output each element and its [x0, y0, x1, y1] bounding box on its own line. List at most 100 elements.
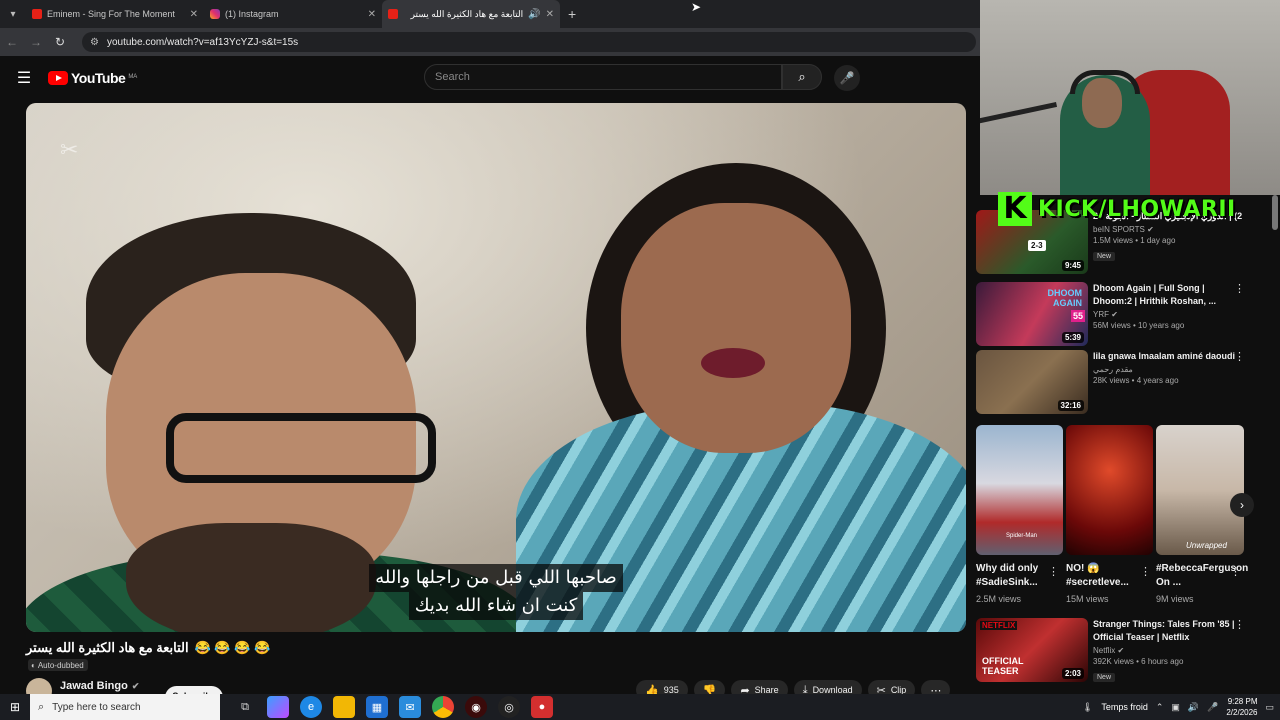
- dub-icon: ◐: [31, 661, 36, 670]
- microphone-icon: 🎤: [839, 71, 855, 85]
- search-icon: ⌕: [798, 69, 806, 84]
- speaker-icon[interactable]: 🔊: [528, 9, 540, 20]
- channel-name[interactable]: Jawad Bingo ✔: [60, 680, 139, 692]
- search-box[interactable]: [424, 64, 782, 90]
- new-tab-button[interactable]: +: [568, 6, 576, 22]
- store-icon[interactable]: ▦: [366, 696, 388, 718]
- short-title[interactable]: NO! 😱 #secretleve...: [1066, 562, 1146, 590]
- list-item[interactable]: 32:16 lila gnawa lmaalam aminé daoudi مق…: [976, 350, 1266, 416]
- video-title[interactable]: Stranger Things: Tales From '85 | Offici…: [1093, 618, 1243, 644]
- back-arrow-icon[interactable]: ←: [0, 35, 24, 49]
- close-icon[interactable]: ✕: [546, 9, 554, 20]
- task-view-icon[interactable]: ⧉: [234, 696, 256, 718]
- channel-name[interactable]: مقدم رحمي: [1093, 365, 1243, 374]
- tab-search-icon[interactable]: ▾: [0, 0, 26, 28]
- video-player[interactable]: ✂ صاحبها اللي قبل من راجلها والله كنت ان…: [26, 103, 966, 632]
- volume-icon[interactable]: 🔊: [1188, 702, 1199, 713]
- edge-icon[interactable]: e: [300, 696, 322, 718]
- tab-label: التابعة مع هاد الكثيرة الله يستر: [410, 8, 524, 19]
- channel-name[interactable]: beIN SPORTS ✔: [1093, 225, 1243, 234]
- short-thumbnail[interactable]: [1066, 425, 1153, 555]
- short-title[interactable]: Why did only #SadieSink...: [976, 562, 1056, 590]
- file-explorer-icon[interactable]: [333, 696, 355, 718]
- video-duration: 9:45: [1061, 260, 1084, 271]
- thumbnail-title: OFFICIAL TEASER: [982, 656, 1024, 676]
- taskbar-search[interactable]: ⌕: [30, 694, 220, 720]
- browser-tab-instagram[interactable]: (1) Instagram ✕: [204, 0, 382, 28]
- youtube-logo[interactable]: YouTube MA: [48, 70, 137, 86]
- video-thumbnail[interactable]: 32:16: [976, 350, 1088, 414]
- taskbar-apps: ⧉ e ▦ ✉ ◉ ◎ ●: [234, 696, 553, 718]
- video-person-right: [496, 143, 966, 632]
- taskbar-search-input[interactable]: [52, 701, 183, 713]
- more-vertical-icon[interactable]: ⋮: [1048, 565, 1059, 578]
- short-thumbnail[interactable]: Spider-Man: [976, 425, 1063, 555]
- clock[interactable]: 9:28 PM 2/2/2026: [1226, 696, 1257, 718]
- more-vertical-icon[interactable]: ⋮: [1140, 565, 1151, 578]
- new-badge: New: [1093, 673, 1116, 682]
- video-title-text: التابعة مع هاد الكثيرة الله يستر: [26, 640, 189, 655]
- more-vertical-icon[interactable]: ⋮: [1234, 350, 1245, 363]
- channel-name-text[interactable]: Netflix: [1093, 646, 1115, 655]
- list-item[interactable]: NETFLIX OFFICIAL TEASER 2:03 Stranger Th…: [976, 618, 1266, 684]
- channel-name-text[interactable]: beIN SPORTS: [1093, 225, 1145, 234]
- weather-label[interactable]: Temps froid: [1101, 702, 1148, 712]
- channel-name-text[interactable]: Jawad Bingo: [60, 680, 128, 692]
- auto-dubbed-badge[interactable]: ◐ Auto-dubbed: [28, 659, 88, 671]
- shorts-shelf: Spider-Man Why did only #SadieSink... ⋮ …: [976, 425, 1266, 615]
- reload-icon[interactable]: ↻: [48, 35, 72, 49]
- instagram-favicon-icon: [210, 9, 220, 19]
- site-info-icon[interactable]: ⚙: [90, 37, 99, 48]
- notification-icon[interactable]: ▭: [1265, 702, 1274, 713]
- close-icon[interactable]: ✕: [368, 9, 376, 20]
- channel-name-text[interactable]: YRF: [1093, 310, 1109, 319]
- windows-start-icon[interactable]: ⊞: [0, 700, 30, 714]
- copilot-icon[interactable]: [267, 696, 289, 718]
- channel-name[interactable]: YRF ✔: [1093, 310, 1243, 319]
- verified-icon: ✔: [1111, 310, 1118, 319]
- auto-dubbed-label: Auto-dubbed: [37, 661, 84, 670]
- url-field[interactable]: ⚙ youtube.com/watch?v=af13YcYZJ-s&t=15s: [82, 32, 976, 52]
- more-vertical-icon[interactable]: ⋮: [1234, 282, 1245, 295]
- app-icon[interactable]: ◉: [465, 696, 487, 718]
- page-scrollbar[interactable]: [1272, 195, 1278, 230]
- url-text[interactable]: youtube.com/watch?v=af13YcYZJ-s&t=15s: [107, 37, 298, 48]
- video-meta: 392K views • 6 hours ago: [1093, 657, 1184, 666]
- clock-time: 9:28 PM: [1227, 697, 1258, 706]
- network-icon[interactable]: ▣: [1171, 702, 1180, 713]
- youtube-logo-text: YouTube: [71, 70, 126, 86]
- browser-tab-current-video[interactable]: التابعة مع هاد الكثيرة الله يستر 🔊 ✕: [382, 0, 560, 28]
- video-title: التابعة مع هاد الكثيرة الله يستر 😂 😂 😂 😂: [26, 640, 626, 656]
- search-input[interactable]: [435, 71, 781, 83]
- channel-name[interactable]: Netflix ✔: [1093, 646, 1243, 655]
- more-vertical-icon[interactable]: ⋮: [1230, 565, 1241, 578]
- weather-icon[interactable]: 🌡: [1082, 702, 1093, 713]
- video-thumbnail[interactable]: NETFLIX OFFICIAL TEASER 2:03: [976, 618, 1088, 682]
- video-duration: 5:39: [1061, 332, 1084, 343]
- video-title[interactable]: lila gnawa lmaalam aminé daoudi: [1093, 350, 1243, 363]
- recording-app-icon[interactable]: ●: [531, 696, 553, 718]
- close-icon[interactable]: ✕: [190, 9, 198, 20]
- outlook-icon[interactable]: ✉: [399, 696, 421, 718]
- more-vertical-icon[interactable]: ⋮: [1234, 618, 1245, 631]
- short-thumbnail[interactable]: Unwrapped: [1156, 425, 1244, 555]
- voice-search-button[interactable]: 🎤: [834, 65, 860, 91]
- shorts-next-button[interactable]: ›: [1230, 493, 1254, 517]
- chevron-right-icon: ›: [1240, 498, 1244, 512]
- chevron-up-icon[interactable]: ⌃: [1156, 702, 1164, 713]
- search-button[interactable]: ⌕: [782, 64, 822, 90]
- microphone-icon[interactable]: 🎤: [1207, 702, 1218, 713]
- browser-tab-eminem[interactable]: Eminem - Sing For The Moment ✕: [26, 0, 204, 28]
- short-title[interactable]: #RebeccaFerguson On ...: [1156, 562, 1248, 590]
- chrome-icon[interactable]: [432, 696, 454, 718]
- video-meta: 56M views • 10 years ago: [1093, 321, 1185, 330]
- capcut-watermark-icon: ✂: [60, 137, 79, 162]
- menu-icon[interactable]: ☰: [0, 68, 48, 88]
- video-title[interactable]: Dhoom Again | Full Song | Dhoom:2 | Hrit…: [1093, 282, 1243, 308]
- kick-banner-text: KICK/LHOWARII: [1038, 196, 1236, 222]
- list-item[interactable]: DHOOM AGAIN 55 5:39 Dhoom Again | Full S…: [976, 282, 1266, 348]
- forward-arrow-icon[interactable]: →: [24, 35, 48, 49]
- thumbnail-title: Unwrapped: [1186, 541, 1227, 550]
- video-thumbnail[interactable]: DHOOM AGAIN 55 5:39: [976, 282, 1088, 346]
- obs-icon[interactable]: ◎: [498, 696, 520, 718]
